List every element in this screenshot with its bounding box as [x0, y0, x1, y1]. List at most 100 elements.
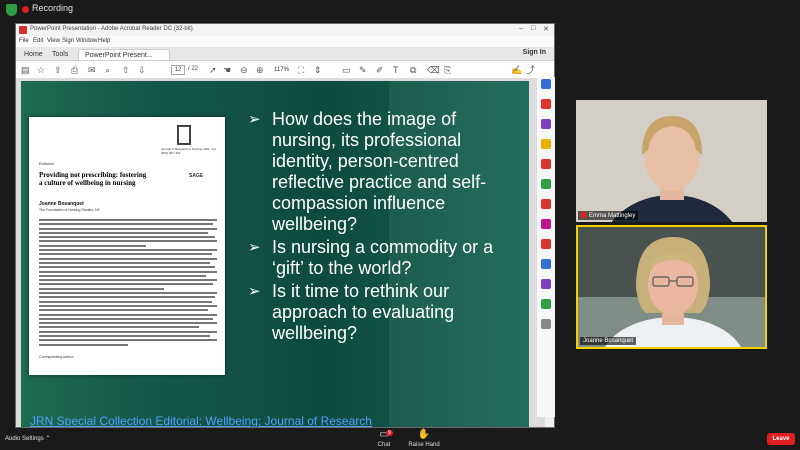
- edit-pdf-icon[interactable]: [541, 119, 551, 129]
- combine-files-icon[interactable]: [541, 159, 551, 169]
- security-shield-icon[interactable]: [6, 4, 17, 16]
- prepare-form-icon[interactable]: [541, 279, 551, 289]
- send-for-signature-icon[interactable]: [541, 259, 551, 269]
- page-fit-icon[interactable]: ⛶: [298, 64, 304, 76]
- page-number-input[interactable]: 12: [171, 65, 185, 75]
- hand-tool-icon[interactable]: ☚: [223, 64, 231, 76]
- optimize-pdf-icon[interactable]: [541, 299, 551, 309]
- menu-view[interactable]: View: [47, 38, 60, 44]
- paper-body-text: [39, 219, 217, 351]
- menu-window[interactable]: Window: [76, 38, 97, 44]
- menu-file[interactable]: File: [19, 38, 29, 44]
- tab-home[interactable]: Home: [18, 49, 49, 60]
- publisher-logo: SAGE: [189, 173, 204, 179]
- paper-title: Providing not prescribing: fostering a c…: [39, 171, 147, 187]
- paper-correspondence: Corresponding author:: [39, 355, 74, 360]
- chat-unread-badge: 9: [386, 430, 393, 436]
- stamp-icon[interactable]: ⧉: [410, 64, 416, 76]
- participant-name-tag: Emma Mattingley: [578, 211, 639, 220]
- search-tool-icon[interactable]: [541, 79, 551, 89]
- audio-settings-button[interactable]: Audio Settings ⌃: [5, 435, 50, 442]
- bullet-2: ➢ Is nursing a commodity or a ‘gift’ to …: [246, 237, 516, 279]
- slide-footer-link[interactable]: JRN Special Collection Editorial: Wellbe…: [30, 414, 372, 427]
- save-icon[interactable]: ▤: [21, 64, 30, 76]
- select-cursor-icon[interactable]: ➚: [209, 64, 217, 76]
- slide-page: Journal of Research in Nursing 2021, Vol…: [21, 81, 529, 427]
- acrobat-logo-icon: [19, 26, 27, 34]
- paper-affiliation: The Foundation of Nursing Studies, UK: [39, 208, 100, 212]
- chat-bubble-icon: ▭: [379, 429, 389, 440]
- zoom-in-icon[interactable]: ⊕: [256, 64, 264, 76]
- sign-in-button[interactable]: Sign In: [523, 49, 546, 56]
- raise-hand-button[interactable]: ✋ Raise Hand: [404, 429, 444, 448]
- menu-edit[interactable]: Edit: [33, 38, 43, 44]
- upload-icon[interactable]: ⇪: [54, 64, 62, 76]
- close-icon[interactable]: ✕: [543, 25, 549, 33]
- bullet-text: Is nursing a commodity or a ‘gift’ to th…: [272, 237, 494, 278]
- speaker-video-feed: [578, 227, 765, 347]
- shared-acrobat-window: PowerPoint Presentation - Adobe Acrobat …: [15, 23, 555, 428]
- text-box-icon[interactable]: T: [393, 64, 399, 76]
- menu-bar: File Edit View Sign Window Help: [16, 36, 554, 47]
- acrobat-toolbar: ▤ ☆ ⇪ ⎙ ✉ ⌕ ⇧ ⇩ 12 / 22 ➚ ☚ ⊖ ⊕ 117% ⛶ ⇕…: [16, 61, 554, 79]
- fill-sign-icon[interactable]: [541, 239, 551, 249]
- organize-pages-icon[interactable]: [541, 179, 551, 189]
- journal-info: Journal of Research in Nursing 2021, Vol…: [161, 147, 217, 155]
- participant-name-tag: Joanne Bosanquet: [580, 337, 637, 345]
- tab-tools[interactable]: Tools: [46, 49, 74, 60]
- bullet-1: ➢ How does the image of nursing, its pro…: [246, 109, 516, 235]
- menu-help[interactable]: Help: [98, 38, 110, 44]
- page-total: / 22: [188, 66, 199, 72]
- redact-icon[interactable]: [541, 199, 551, 209]
- delete-icon[interactable]: ⌫: [427, 64, 440, 76]
- email-icon[interactable]: ✉: [88, 64, 96, 76]
- meeting-control-bar: Audio Settings ⌃ ▭ 9 Chat ✋ Raise Hand L…: [0, 428, 800, 450]
- tab-document[interactable]: PowerPoint Present...: [78, 49, 170, 60]
- menu-sign[interactable]: Sign: [62, 38, 74, 44]
- export-pdf-icon[interactable]: [541, 99, 551, 109]
- bullet-arrow-icon: ➢: [248, 111, 261, 128]
- draw-icon[interactable]: ✐: [376, 64, 384, 76]
- search-icon[interactable]: ⌕: [105, 64, 110, 76]
- window-title-bar: PowerPoint Presentation - Adobe Acrobat …: [16, 24, 554, 36]
- correspondence-label: Corresponding author:: [39, 355, 74, 359]
- recording-dot-icon: [22, 6, 29, 13]
- acrobat-tab-bar: Home Tools PowerPoint Present... Sign In: [16, 47, 554, 61]
- share-icon[interactable]: ⤴: [526, 64, 535, 76]
- next-page-icon[interactable]: ⇩: [138, 64, 146, 76]
- comment-icon[interactable]: ▭: [342, 64, 351, 76]
- participant-video-tile[interactable]: Emma Mattingley: [576, 100, 767, 222]
- document-view[interactable]: Journal of Research in Nursing 2021, Vol…: [16, 79, 544, 427]
- previous-page-icon[interactable]: ⇧: [122, 64, 130, 76]
- minimize-icon[interactable]: –: [519, 25, 523, 32]
- bookmark-star-icon[interactable]: ☆: [37, 64, 45, 76]
- zoom-level[interactable]: 117%: [274, 65, 294, 75]
- raise-hand-icon: ✋: [417, 429, 431, 440]
- paper-section: Editorial: [39, 161, 54, 166]
- chat-button[interactable]: ▭ 9 Chat: [364, 429, 404, 448]
- attach-icon[interactable]: ⎘: [444, 64, 451, 76]
- protect-icon[interactable]: [541, 219, 551, 229]
- scroll-mode-icon[interactable]: ⇕: [314, 64, 322, 76]
- recording-label: Recording: [32, 3, 74, 13]
- window-title: PowerPoint Presentation - Adobe Acrobat …: [30, 26, 193, 32]
- tools-right-rail: [537, 77, 555, 417]
- comment-tool-icon[interactable]: [541, 139, 551, 149]
- sign-tool-icon[interactable]: ✍: [511, 64, 522, 76]
- slide-bullet-list: ➢ How does the image of nursing, its pro…: [246, 109, 516, 346]
- more-tools-icon[interactable]: [541, 319, 551, 329]
- leave-button[interactable]: Leave: [767, 433, 795, 445]
- meeting-screen: Recording PowerPoint Presentation - Adob…: [0, 0, 800, 450]
- bullet-3: ➢ Is it time to rethink our approach to …: [246, 281, 516, 344]
- participant-video-feed: [576, 100, 767, 222]
- maximize-icon[interactable]: □: [531, 25, 535, 32]
- chevron-up-icon: ⌃: [45, 436, 51, 442]
- bullet-text: Is it time to rethink our approach to ev…: [272, 281, 455, 343]
- editorial-paper-image: Journal of Research in Nursing 2021, Vol…: [29, 117, 225, 375]
- highlight-icon[interactable]: ✎: [359, 64, 367, 76]
- meeting-top-bar: Recording: [0, 0, 800, 20]
- print-icon[interactable]: ⎙: [71, 64, 78, 76]
- active-speaker-video-tile[interactable]: Joanne Bosanquet: [576, 225, 767, 349]
- zoom-out-icon[interactable]: ⊖: [240, 64, 248, 76]
- paper-author: Joanne Bosanquet: [39, 201, 84, 207]
